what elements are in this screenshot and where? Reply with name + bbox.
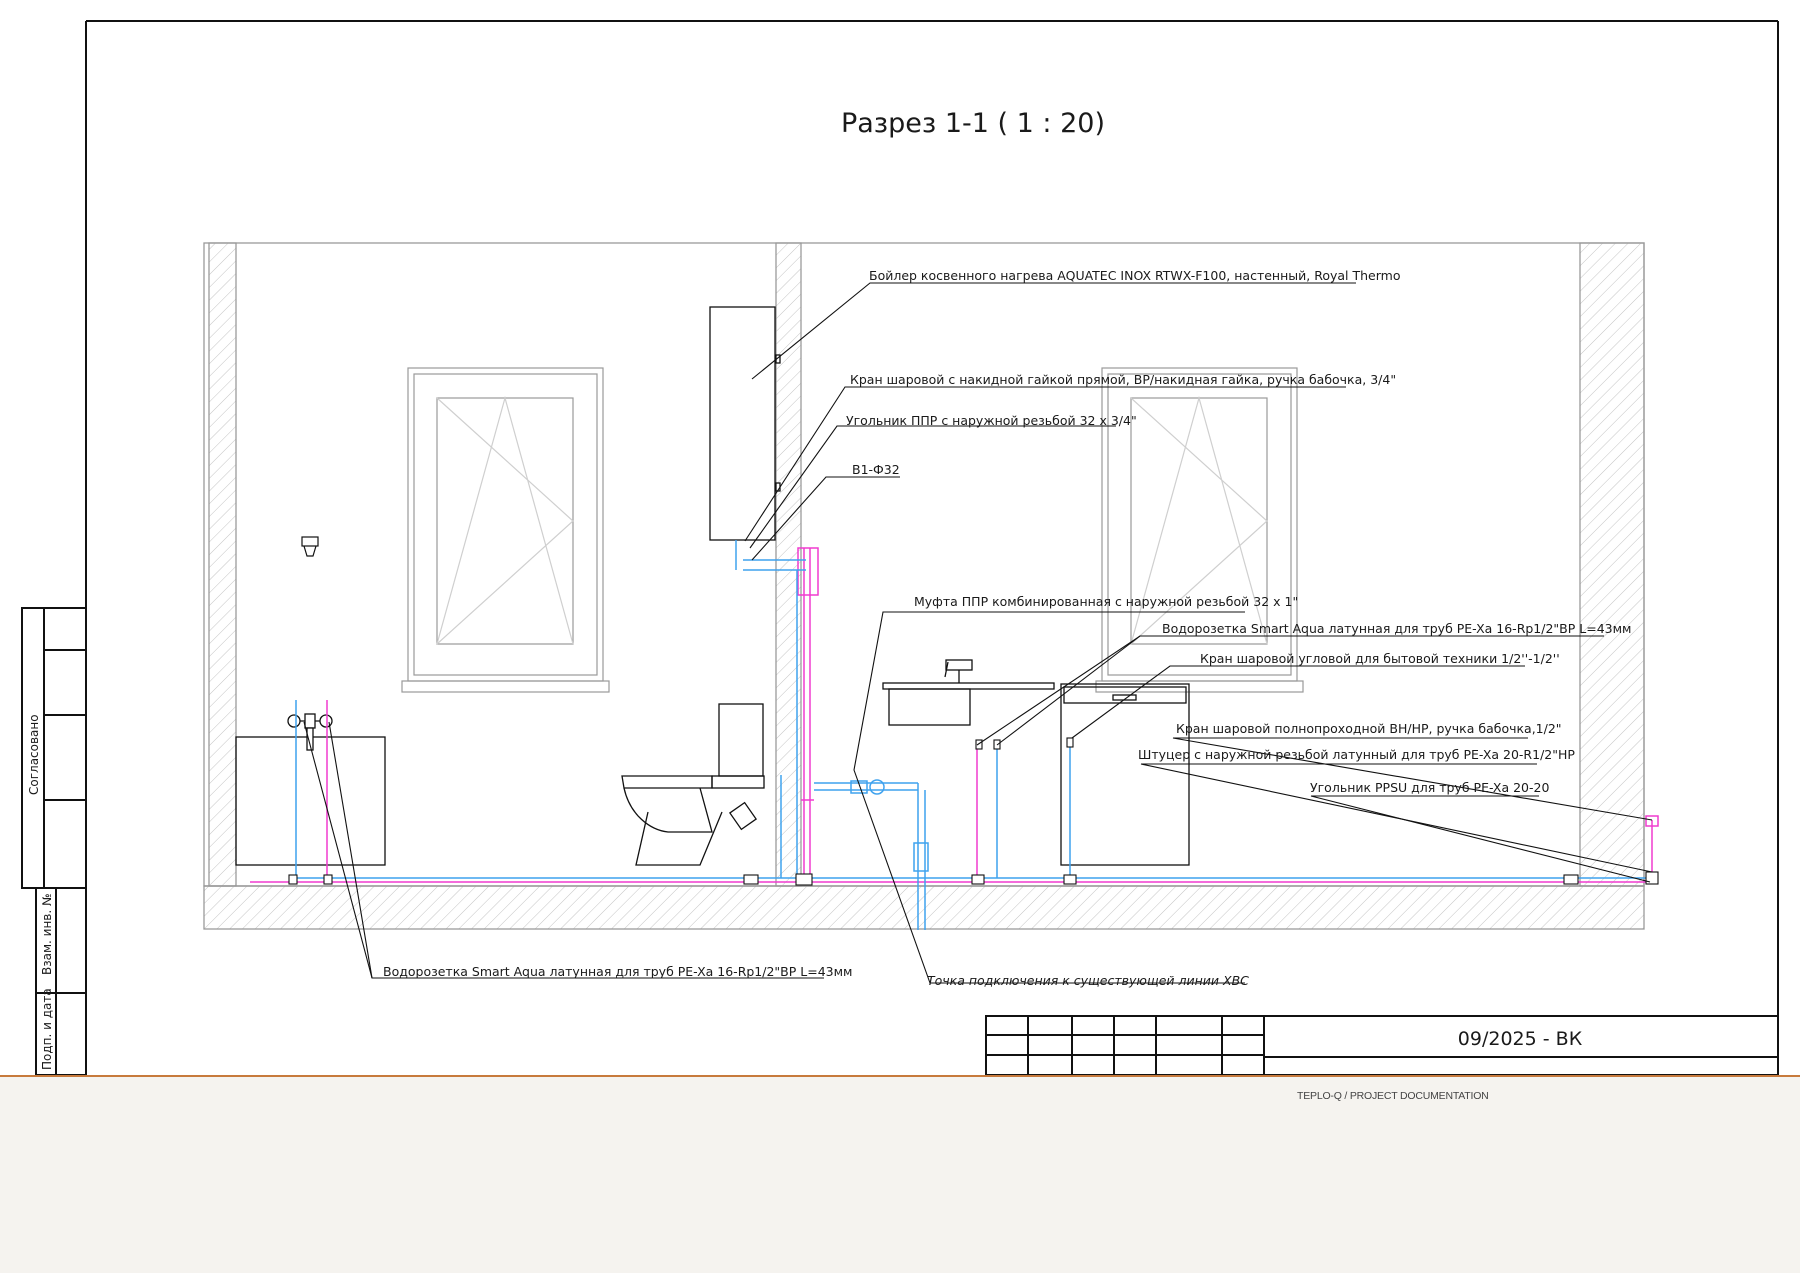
callout-ppr-coupling: Муфта ППР комбинированная с наружной рез… <box>914 594 1298 609</box>
callout-ppr-elbow: Угольник ППР с наружной резьбой 32 х 3/4… <box>846 413 1137 428</box>
sheet-code: 09/2025 - ВК <box>1458 1028 1583 1050</box>
toilet <box>621 703 765 866</box>
callout-ball-valve-nut: Кран шаровой с накидной гайкой прямой, В… <box>850 372 1396 387</box>
section-drawing: Согласовано Взам. инв. № Подп. и дата 09… <box>21 20 1779 1075</box>
wall-lamp <box>301 536 319 557</box>
footer-bar: TEPLO-Q / PROJECT DOCUMENTATION <box>0 1077 1800 1273</box>
section-title: Разрез 1-1 ( 1 : 20) <box>841 108 1105 139</box>
callout-boiler: Бойлер косвенного нагрева AQUATEC INOX R… <box>869 268 1400 283</box>
callout-fitting: Штуцер с наружной резьбой латунный для т… <box>1138 747 1575 762</box>
window-left <box>401 367 610 693</box>
left-stamp-columns <box>21 607 87 1075</box>
stamp-inv-no: Взам. инв. № <box>40 894 54 975</box>
callout-ppsu-elbow: Угольник PPSU для труб PE-Xa 20-20 <box>1310 780 1549 795</box>
callout-pipe-b1: В1-Ф32 <box>852 462 900 477</box>
stamp-sign-date: Подп. и дата <box>40 988 54 1070</box>
callout-outlet-left: Водорозетка Smart Aqua латунная для труб… <box>383 964 852 979</box>
title-block <box>985 1015 1779 1075</box>
callout-connection-point: Точка подключения к существующей линии Х… <box>927 973 1249 988</box>
callout-outlet-right: Водорозетка Smart Aqua латунная для труб… <box>1162 621 1631 636</box>
dishwasher <box>1060 683 1190 866</box>
boiler <box>709 306 781 541</box>
kitchen-sink <box>882 659 1055 726</box>
sink-cabinet-left <box>235 736 386 866</box>
footer-label: TEPLO-Q / PROJECT DOCUMENTATION <box>1297 1090 1489 1102</box>
callout-angle-valve: Кран шаровой угловой для бытовой техники… <box>1200 651 1560 666</box>
stamp-approved: Согласовано <box>27 714 41 795</box>
callout-full-bore-valve: Кран шаровой полнопроходной ВН/НР, ручка… <box>1176 721 1562 736</box>
drawing-sheet: Согласовано Взам. инв. № Подп. и дата 09… <box>0 0 1800 1075</box>
